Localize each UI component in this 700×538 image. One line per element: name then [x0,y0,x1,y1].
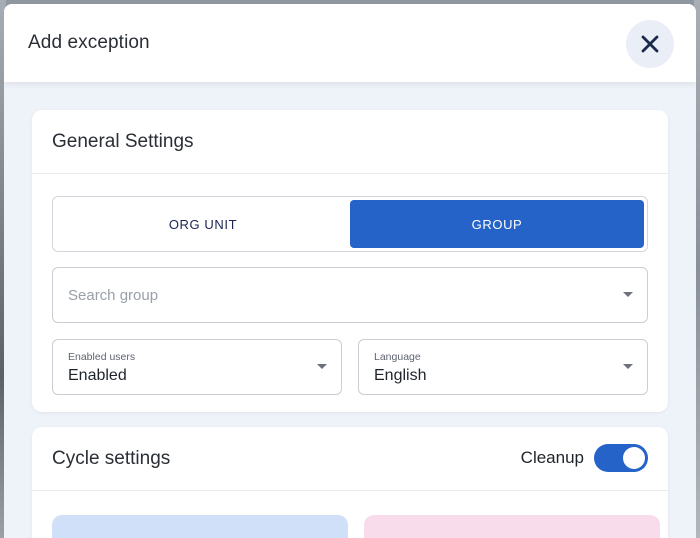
language-value: English [374,367,427,384]
cleanup-label: Cleanup [520,448,584,467]
segment-org-unit[interactable]: ORG UNIT [56,200,350,248]
target-type-segmented-control: ORG UNIT GROUP [52,196,648,252]
cleanup-toggle[interactable] [594,444,648,472]
cycle-settings-title: Cycle settings [52,447,171,469]
close-button[interactable] [626,20,674,68]
cycle-tile-right[interactable] [364,515,660,538]
cycle-settings-header: Cycle settings Cleanup [32,427,668,491]
search-group-placeholder: Search group [68,286,159,304]
chevron-down-icon[interactable] [623,292,633,297]
chevron-down-icon [317,364,327,369]
cleanup-toggle-group: Cleanup [521,444,648,472]
add-exception-dialog: Add exception General Settings ORG UNIT … [4,4,696,538]
enabled-users-label: Enabled users [68,351,136,363]
enabled-users-value: Enabled [68,367,127,384]
language-select[interactable]: Language English [358,339,648,395]
search-group-input[interactable]: Search group [52,267,648,323]
general-settings-header: General Settings [32,110,668,174]
language-label: Language [374,351,421,363]
cycle-settings-card: Cycle settings Cleanup [32,427,668,538]
general-settings-title: General Settings [52,130,194,152]
chevron-down-icon [623,364,633,369]
dialog-title: Add exception [28,32,150,53]
dialog-header: Add exception [4,4,696,82]
general-settings-card: General Settings ORG UNIT GROUP Search g… [32,110,668,412]
toggle-knob [623,447,645,469]
segment-group[interactable]: GROUP [350,200,644,248]
close-icon [641,35,659,53]
cycle-tile-left[interactable] [52,515,348,538]
enabled-users-select[interactable]: Enabled users Enabled [52,339,342,395]
